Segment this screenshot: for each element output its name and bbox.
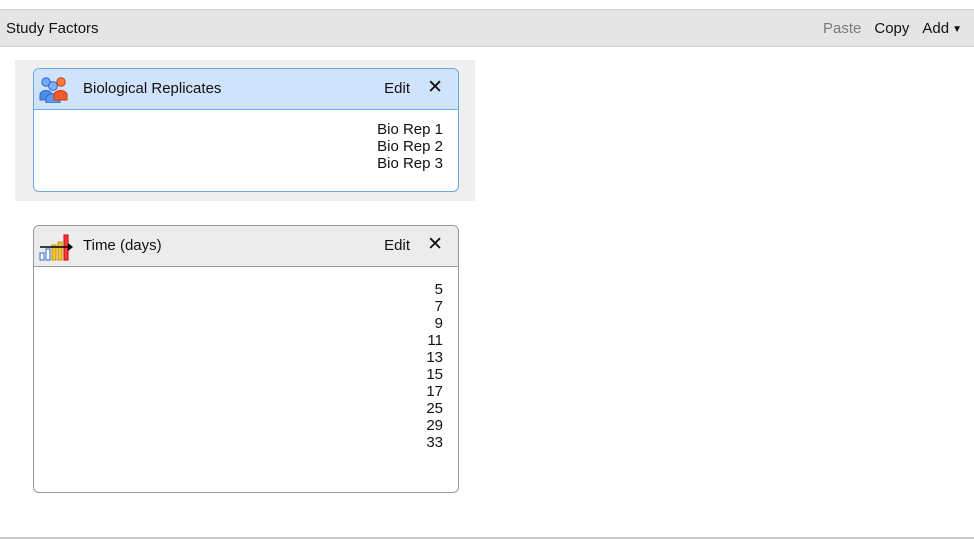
factor-value: 5 (434, 281, 443, 298)
remove-factor-button[interactable]: ✕ (427, 235, 443, 254)
factor-value: 13 (426, 349, 443, 366)
factor-card-biological-replicates[interactable]: Biological Replicates Edit ✕ Bio Rep 1 B… (33, 68, 459, 192)
factor-value: 9 (434, 315, 443, 332)
add-button[interactable]: Add ▼ (922, 20, 962, 37)
people-icon (38, 75, 68, 104)
factor-value: Bio Rep 3 (377, 155, 443, 172)
factor-card-time-days[interactable]: Time (days) Edit ✕ 5 7 9 11 13 15 17 25 … (33, 225, 459, 493)
factor-value: 11 (427, 332, 443, 349)
edit-factor-button[interactable]: Edit (384, 80, 410, 97)
paste-button[interactable]: Paste (823, 20, 861, 37)
dropdown-arrow-icon: ▼ (952, 24, 962, 35)
factor-card-header: Biological Replicates Edit ✕ (34, 69, 458, 110)
factor-value: 7 (434, 298, 443, 315)
factor-value: Bio Rep 1 (377, 121, 443, 138)
study-factors-toolbar: Study Factors Paste Copy Add ▼ (0, 9, 974, 47)
factor-title: Biological Replicates (83, 80, 222, 97)
factor-values: 5 7 9 11 13 15 17 25 29 33 (426, 281, 443, 451)
bar-chart-icon (38, 229, 78, 263)
factor-value: 33 (426, 434, 443, 451)
remove-factor-button[interactable]: ✕ (427, 78, 443, 97)
add-button-label: Add (922, 20, 950, 37)
factor-values: Bio Rep 1 Bio Rep 2 Bio Rep 3 (377, 121, 443, 172)
edit-factor-button[interactable]: Edit (384, 237, 410, 254)
factor-value: 15 (426, 366, 443, 383)
factor-value: 17 (426, 383, 443, 400)
factor-value: Bio Rep 2 (377, 138, 443, 155)
factor-title: Time (days) (83, 237, 162, 254)
copy-button[interactable]: Copy (874, 20, 909, 37)
toolbar-title: Study Factors (6, 20, 99, 37)
toolbar-actions: Paste Copy Add ▼ (823, 20, 962, 37)
factor-value: 25 (426, 400, 443, 417)
factor-card-header: Time (days) Edit ✕ (34, 226, 458, 267)
factor-value: 29 (426, 417, 443, 434)
